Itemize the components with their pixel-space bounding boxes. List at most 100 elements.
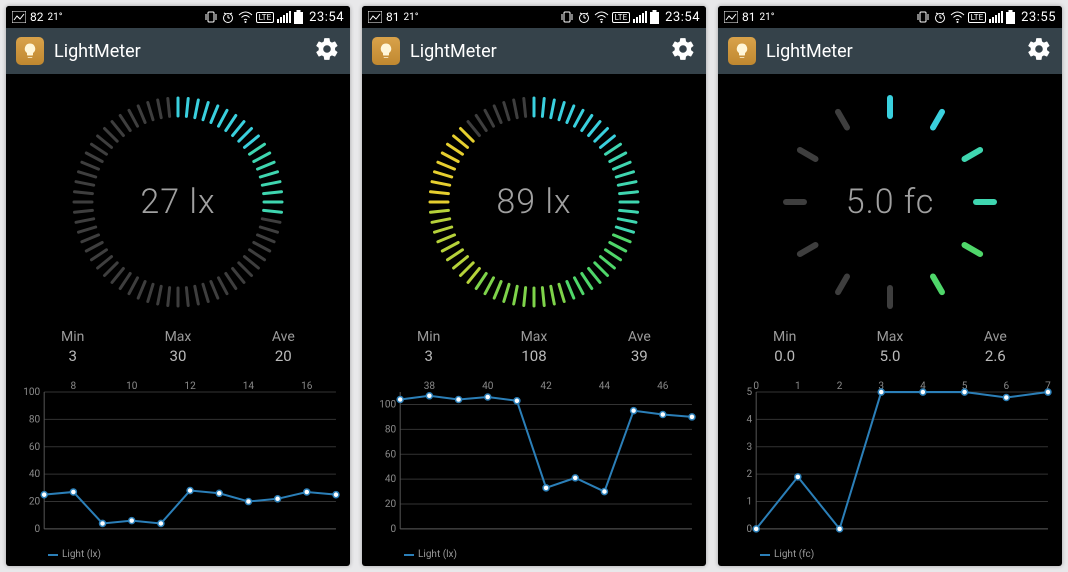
stat-ave: Ave 2.6 bbox=[965, 329, 1025, 365]
status-bar: 82 21° LTE 23:54 bbox=[6, 6, 350, 28]
stat-min: Min 0.0 bbox=[755, 329, 815, 365]
stats-row: Min 3 Max 30 Ave 20 bbox=[6, 329, 350, 369]
lte-badge: LTE bbox=[256, 12, 275, 23]
stat-min-label: Min bbox=[755, 329, 815, 345]
stat-max-label: Max bbox=[504, 329, 564, 345]
lte-badge: LTE bbox=[968, 12, 987, 23]
app-title: LightMeter bbox=[54, 41, 304, 62]
status-temp2: 21° bbox=[760, 12, 775, 23]
svg-text:0: 0 bbox=[747, 524, 753, 535]
status-right: LTE 23:54 bbox=[204, 10, 344, 25]
status-clock: 23:55 bbox=[1021, 10, 1056, 25]
signal-icon bbox=[633, 11, 647, 23]
stat-ave-label: Ave bbox=[609, 329, 669, 345]
svg-text:100: 100 bbox=[23, 387, 40, 398]
alarm-icon bbox=[221, 10, 235, 24]
svg-text:20: 20 bbox=[385, 499, 397, 510]
app-bar: LightMeter bbox=[362, 28, 706, 74]
svg-text:20: 20 bbox=[29, 497, 41, 508]
svg-text:0: 0 bbox=[753, 381, 759, 392]
stat-ave-value: 39 bbox=[609, 347, 669, 365]
chart-legend: Light (lx) bbox=[48, 549, 101, 560]
svg-text:80: 80 bbox=[385, 424, 397, 435]
stat-ave-label: Ave bbox=[965, 329, 1025, 345]
signal-icon bbox=[277, 11, 291, 23]
stat-min-value: 3 bbox=[399, 347, 459, 365]
settings-button[interactable] bbox=[670, 36, 696, 66]
stat-max-label: Max bbox=[148, 329, 208, 345]
stat-ave-value: 20 bbox=[253, 347, 313, 365]
status-pic-icon bbox=[12, 11, 26, 23]
svg-text:46: 46 bbox=[657, 381, 669, 392]
stat-max-value: 108 bbox=[504, 347, 564, 365]
phone-screen-3: 81 21° LTE 23:55 LightMeter 5 bbox=[718, 6, 1062, 566]
stat-ave-label: Ave bbox=[253, 329, 313, 345]
app-title: LightMeter bbox=[410, 41, 660, 62]
vibrate-icon bbox=[560, 10, 574, 24]
svg-text:0: 0 bbox=[35, 524, 41, 535]
status-clock: 23:54 bbox=[665, 10, 700, 25]
svg-text:6: 6 bbox=[1003, 381, 1009, 392]
status-temp2: 21° bbox=[404, 12, 419, 23]
svg-text:0: 0 bbox=[391, 524, 397, 535]
stat-min-value: 3 bbox=[43, 347, 103, 365]
vibrate-icon bbox=[204, 10, 218, 24]
chart: 020406080100810121416 Light (lx) bbox=[6, 369, 350, 566]
status-pic-icon bbox=[724, 11, 738, 23]
svg-text:2: 2 bbox=[747, 469, 753, 480]
stat-max: Max 5.0 bbox=[860, 329, 920, 365]
status-bar: 81 21° LTE 23:55 bbox=[718, 6, 1062, 28]
svg-text:4: 4 bbox=[747, 414, 753, 425]
svg-text:1: 1 bbox=[795, 381, 801, 392]
svg-text:60: 60 bbox=[385, 449, 397, 460]
settings-button[interactable] bbox=[314, 36, 340, 66]
app-title: LightMeter bbox=[766, 41, 1016, 62]
svg-text:42: 42 bbox=[540, 381, 552, 392]
settings-button[interactable] bbox=[1026, 36, 1052, 66]
app-bar: LightMeter bbox=[6, 28, 350, 74]
alarm-icon bbox=[933, 10, 947, 24]
chart-legend: Light (fc) bbox=[760, 549, 814, 560]
app-bar: LightMeter bbox=[718, 28, 1062, 74]
status-right: LTE 23:54 bbox=[560, 10, 700, 25]
stat-min: Min 3 bbox=[43, 329, 103, 365]
stat-min-value: 0.0 bbox=[755, 347, 815, 365]
stat-ave: Ave 39 bbox=[609, 329, 669, 365]
stats-row: Min 3 Max 108 Ave 39 bbox=[362, 329, 706, 369]
vibrate-icon bbox=[916, 10, 930, 24]
stat-max-label: Max bbox=[860, 329, 920, 345]
app-icon bbox=[372, 37, 400, 65]
app-icon bbox=[16, 37, 44, 65]
svg-text:3: 3 bbox=[747, 442, 753, 453]
status-temp1: 82 bbox=[30, 10, 44, 24]
chart: 01234501234567 Light (fc) bbox=[718, 369, 1062, 566]
stat-ave-value: 2.6 bbox=[965, 347, 1025, 365]
app-icon bbox=[728, 37, 756, 65]
stat-min-label: Min bbox=[399, 329, 459, 345]
svg-text:40: 40 bbox=[482, 381, 494, 392]
svg-text:1: 1 bbox=[747, 497, 753, 508]
svg-text:8: 8 bbox=[71, 381, 77, 392]
svg-text:38: 38 bbox=[424, 381, 436, 392]
svg-text:12: 12 bbox=[184, 381, 196, 392]
svg-text:60: 60 bbox=[29, 442, 41, 453]
gauge: 5.0 fc bbox=[718, 74, 1062, 329]
chart: 0204060801003840424446 Light (lx) bbox=[362, 369, 706, 566]
status-left: 82 21° bbox=[12, 10, 62, 24]
status-right: LTE 23:55 bbox=[916, 10, 1056, 25]
stat-max-value: 30 bbox=[148, 347, 208, 365]
svg-text:14: 14 bbox=[243, 381, 255, 392]
lte-badge: LTE bbox=[612, 12, 631, 23]
status-left: 81 21° bbox=[368, 10, 418, 24]
alarm-icon bbox=[577, 10, 591, 24]
status-temp2: 21° bbox=[48, 12, 63, 23]
stat-max-value: 5.0 bbox=[860, 347, 920, 365]
svg-text:100: 100 bbox=[379, 400, 396, 411]
phone-screen-2: 81 21° LTE 23:54 LightMeter 8 bbox=[362, 6, 706, 566]
stats-row: Min 0.0 Max 5.0 Ave 2.6 bbox=[718, 329, 1062, 369]
battery-icon bbox=[1006, 10, 1015, 24]
svg-text:40: 40 bbox=[385, 474, 397, 485]
svg-text:10: 10 bbox=[126, 381, 138, 392]
stat-ave: Ave 20 bbox=[253, 329, 313, 365]
battery-icon bbox=[294, 10, 303, 24]
